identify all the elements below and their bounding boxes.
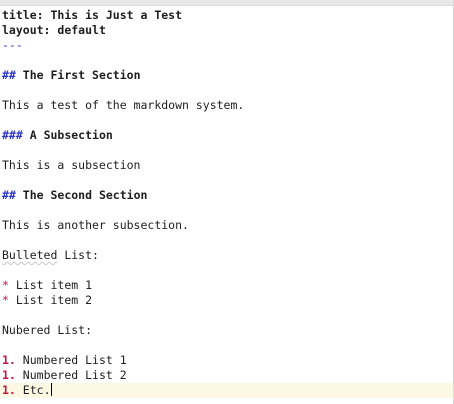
blank-line[interactable] (0, 263, 453, 278)
front-matter-title-line[interactable]: title: This is Just a Test (0, 8, 453, 23)
paragraph-text: This is another subsection. (2, 218, 189, 232)
heading-text: The Second Section (22, 188, 148, 202)
numbered-item-text: Numbered List 2 (22, 368, 127, 382)
blank-line[interactable] (0, 143, 453, 158)
heading-line-first-section[interactable]: ## The First Section (0, 68, 453, 83)
bullet-list-item[interactable]: * List item 1 (0, 278, 453, 293)
blank-line[interactable] (0, 338, 453, 353)
blank-line[interactable] (0, 113, 453, 128)
number-marker: 1. (2, 353, 16, 367)
editor-text-area[interactable]: title: This is Just a Test layout: defau… (0, 8, 453, 398)
blank-line[interactable] (0, 83, 453, 98)
markdown-editor[interactable]: title: This is Just a Test layout: defau… (0, 0, 454, 404)
front-matter-layout-value: default (57, 23, 106, 37)
bullet-item-text: List item 1 (15, 278, 93, 292)
paragraph-text: This is a subsection (2, 158, 141, 172)
heading-marker: ## (2, 68, 16, 82)
blank-line[interactable] (0, 173, 453, 188)
number-marker: 1. (2, 383, 16, 397)
front-matter-separator-line[interactable]: --- (0, 38, 453, 53)
blank-line[interactable] (0, 308, 453, 323)
blank-line[interactable] (0, 53, 453, 68)
paragraph-text: This a test of the markdown system. (2, 98, 245, 112)
heading-line-second-section[interactable]: ## The Second Section (0, 188, 453, 203)
paragraph-line[interactable]: This a test of the markdown system. (0, 98, 453, 113)
front-matter-title-value: This is Just a Test (50, 8, 183, 22)
numbered-item-text: Numbered List 1 (22, 353, 127, 367)
front-matter-layout-key: layout: (2, 23, 51, 37)
text-caret (50, 383, 52, 396)
bulleted-list-label-line[interactable]: Bulleted List: (0, 248, 453, 263)
bullet-list-item[interactable]: * List item 2 (0, 293, 453, 308)
front-matter-separator: --- (2, 38, 23, 52)
misspelled-word: Bulleted (2, 248, 58, 262)
bullet-marker: * (2, 293, 9, 307)
numbered-list-item[interactable]: 1. Numbered List 2 (0, 368, 453, 383)
front-matter-title-key: title: (2, 8, 44, 22)
paragraph-line[interactable]: This is another subsection. (0, 218, 453, 233)
numbered-list-item[interactable]: 1. Numbered List 1 (0, 353, 453, 368)
numbered-list-label-line[interactable]: Nubered List: (0, 323, 453, 338)
paragraph-line[interactable]: This is a subsection (0, 158, 453, 173)
bullet-marker: * (2, 278, 9, 292)
heading-marker: ## (2, 188, 16, 202)
numbered-item-text: Etc. (22, 383, 51, 397)
blank-line[interactable] (0, 233, 453, 248)
number-marker: 1. (2, 368, 16, 382)
editor-top-strip (0, 0, 454, 6)
heading-text: The First Section (22, 68, 141, 82)
bulleted-list-label-rest: List: (57, 248, 99, 262)
heading-text: A Subsection (29, 128, 113, 142)
front-matter-layout-line[interactable]: layout: default (0, 23, 453, 38)
bullet-item-text: List item 2 (15, 293, 93, 307)
numbered-list-item-current[interactable]: 1. Etc. (0, 383, 453, 398)
blank-line[interactable] (0, 203, 453, 218)
heading-marker: ### (2, 128, 23, 142)
numbered-list-label: Nubered List: (2, 323, 93, 337)
heading-line-subsection[interactable]: ### A Subsection (0, 128, 453, 143)
